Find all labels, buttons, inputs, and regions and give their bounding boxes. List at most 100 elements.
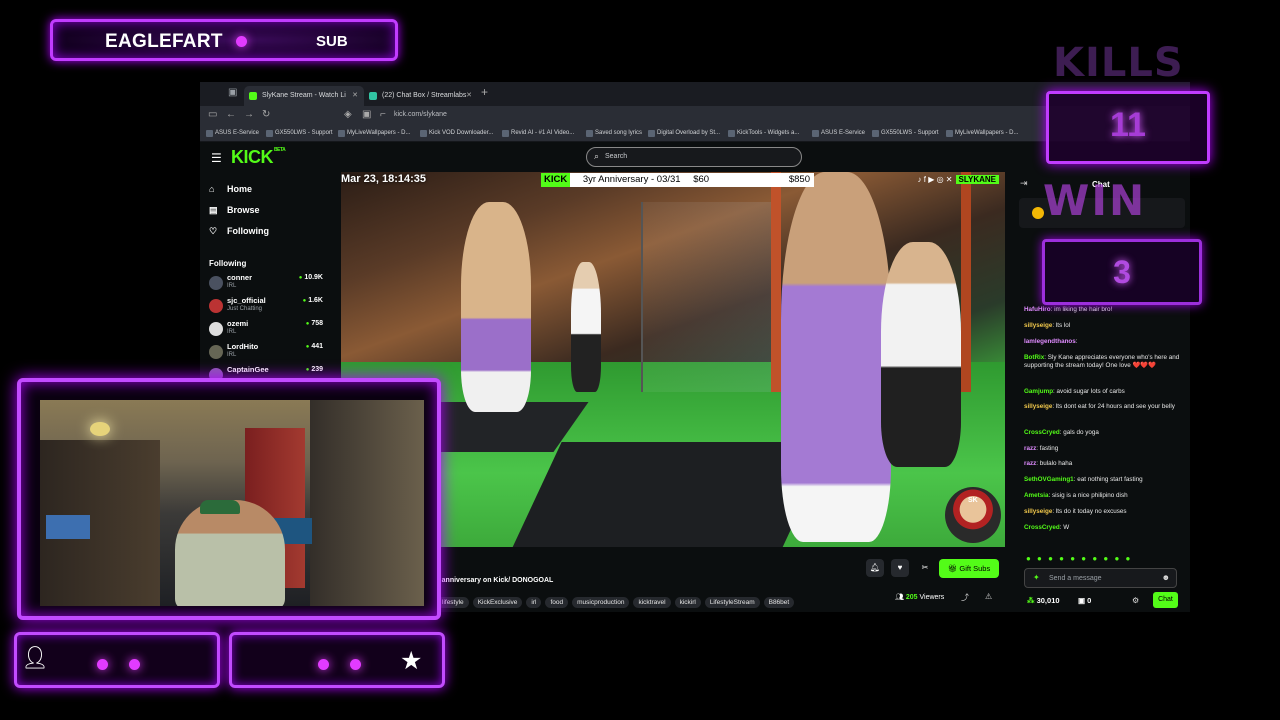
banner-dot-icon xyxy=(236,36,247,47)
chat-username[interactable]: CrossCryed xyxy=(1024,524,1060,531)
tag[interactable]: B86bet xyxy=(763,597,795,608)
bookmark[interactable]: Revid AI - #1 AI Video... xyxy=(502,130,574,137)
chat-text: bulalo haha xyxy=(1039,460,1073,467)
tag[interactable]: lifestyle xyxy=(437,597,469,608)
channel-name: LordHito xyxy=(227,342,259,351)
bookmark[interactable]: Digital Overload by St... xyxy=(648,130,720,137)
emote-quickbar[interactable]: ● ● ● ● ● ● ● ● ● ● xyxy=(1026,554,1132,563)
tab-bar: ▣ SlyKane Stream - Watch Li ✕ (22) Chat … xyxy=(200,82,1190,106)
nav-label: Home xyxy=(227,184,253,194)
dot-icon xyxy=(318,659,329,670)
clip-icon[interactable]: ✂ xyxy=(916,559,934,577)
tab-streamlabs[interactable]: (22) Chat Box / Streamlabs ✕ xyxy=(364,86,478,106)
tag[interactable]: irl xyxy=(526,597,542,608)
chat-username[interactable]: sillyseige xyxy=(1024,322,1052,329)
ticker-amount: $60 xyxy=(693,174,710,185)
chat-username[interactable]: Ametsia xyxy=(1024,492,1049,499)
following-channel[interactable]: conner IRL 10.9K xyxy=(209,273,329,295)
share-icon[interactable]: ⤴ xyxy=(961,592,969,603)
notification-bell-icon[interactable]: 🔔︎ xyxy=(866,559,884,577)
social-handle: SLYKANE xyxy=(955,175,999,184)
bookmark[interactable]: MyLiveWallpapers - D... xyxy=(946,130,1018,137)
chat-text: fasting xyxy=(1039,445,1059,452)
bookmark[interactable]: ASUS E-Service xyxy=(206,130,259,137)
chat-message: Gamjump: avoid sugar lots of carbs xyxy=(1024,388,1125,395)
channel-category: IRL xyxy=(227,329,237,335)
bits-counter[interactable]: ▣ 0 xyxy=(1078,596,1091,605)
channel-category: Just Chatting xyxy=(227,306,263,312)
video-person xyxy=(461,202,531,412)
nav-following[interactable]: ♡ Following xyxy=(209,226,269,237)
gift-subs-button[interactable]: 🎁︎ Gift Subs xyxy=(939,559,999,578)
points-value: 30,010 xyxy=(1036,596,1060,605)
channel-name: ozemi xyxy=(227,319,249,328)
chat-message-input[interactable]: ✦ Send a message ☻ xyxy=(1024,568,1177,588)
win-label: WIN xyxy=(1043,176,1147,225)
search-input[interactable]: ⌕ Search xyxy=(586,147,802,167)
bookmark[interactable]: GX550LWS - Support xyxy=(872,130,939,137)
tag[interactable]: food xyxy=(545,597,569,608)
nav-home[interactable]: ⌂ Home xyxy=(209,184,252,194)
bookmark[interactable]: MyLiveWallpapers - D... xyxy=(338,130,410,137)
chat-username[interactable]: sillyseige xyxy=(1024,508,1052,515)
tag[interactable]: KickExclusive xyxy=(472,597,523,608)
gear-icon[interactable]: ⚙ xyxy=(1132,596,1139,605)
banner-name: EAGLEFART xyxy=(105,31,223,52)
chat-username[interactable]: BotRix xyxy=(1024,354,1044,361)
chat-username[interactable]: CrossCryed xyxy=(1024,429,1060,436)
kick-logo[interactable]: KICKBETA xyxy=(231,147,286,168)
tab-kick[interactable]: SlyKane Stream - Watch Li ✕ xyxy=(244,86,364,106)
latest-donation-box: ★ xyxy=(229,632,445,688)
following-channel[interactable]: ozemi IRL 758 xyxy=(209,319,329,341)
follow-heart-icon[interactable]: ♥ xyxy=(891,559,909,577)
report-icon[interactable]: ⚠ xyxy=(985,592,992,601)
back-icon[interactable]: ← xyxy=(226,109,236,120)
collapse-chat-icon[interactable]: ⇥ xyxy=(1020,178,1028,189)
sidebar-toggle-icon[interactable]: ▭ xyxy=(208,109,217,120)
kills-value: 11 xyxy=(1110,106,1146,144)
chat-text: avoid sugar lots of carbs xyxy=(1056,388,1125,395)
reload-icon[interactable]: ↻ xyxy=(262,109,270,120)
new-tab-icon[interactable]: + xyxy=(481,85,488,99)
chat-text: eat nothing start fasting xyxy=(1077,476,1143,483)
tab-overview-icon[interactable]: ▣ xyxy=(228,87,237,98)
url-field[interactable]: kick.com/slykane xyxy=(394,111,447,118)
viewers-number: 205 xyxy=(905,594,918,601)
following-channel[interactable]: sjc_official Just Chatting 1.6K xyxy=(209,296,329,318)
chat-username[interactable]: Gamjump xyxy=(1024,388,1053,395)
bookmark[interactable]: ASUS E-Service xyxy=(812,130,865,137)
channel-points[interactable]: ⁂ 30,010 xyxy=(1027,596,1060,605)
social-icons: ♪ f ▶ ◎ ✕ xyxy=(917,175,953,184)
avatar xyxy=(209,276,223,290)
emote-icon[interactable]: ✦ xyxy=(1033,573,1040,582)
chat-username[interactable]: HafuHiro xyxy=(1024,306,1051,313)
bookmark[interactable]: Kick VOD Downloader... xyxy=(420,130,493,137)
forward-icon[interactable]: → xyxy=(244,109,254,120)
chat-username[interactable]: razz xyxy=(1024,460,1036,467)
tag[interactable]: LifestyleStream xyxy=(704,597,760,608)
menu-icon[interactable]: ☰ xyxy=(211,151,222,165)
nav-browse[interactable]: ▤ Browse xyxy=(209,205,260,216)
tag[interactable]: musicproduction xyxy=(572,597,630,608)
close-tab-icon[interactable]: ✕ xyxy=(466,86,472,106)
tag[interactable]: kicktravel xyxy=(633,597,671,608)
bookmark[interactable]: Saved song lyrics xyxy=(586,130,642,137)
chat-username[interactable]: SethOVGaming1 xyxy=(1024,476,1074,483)
following-channel[interactable]: LordHito IRL 441 xyxy=(209,342,329,364)
chat-text: W xyxy=(1063,524,1070,531)
shield-icon[interactable]: ◈ xyxy=(344,109,352,120)
close-tab-icon[interactable]: ✕ xyxy=(352,86,358,106)
home-icon: ⌂ xyxy=(209,184,215,194)
dot-icon xyxy=(97,659,108,670)
chat-username[interactable]: sillyseige xyxy=(1024,403,1052,410)
tab-options-icon[interactable]: ▣ xyxy=(362,109,371,120)
latest-follower-box: 👤︎ xyxy=(14,632,220,688)
bookmark[interactable]: KickTools - Widgets a... xyxy=(728,130,799,137)
send-chat-button[interactable]: Chat xyxy=(1153,592,1178,608)
tag[interactable]: kickirl xyxy=(674,597,701,608)
chat-message: sillyseige: lts do it today no excuses xyxy=(1024,508,1127,515)
bookmark[interactable]: GX550LWS - Support xyxy=(266,130,333,137)
chat-username[interactable]: lamlegendthanos xyxy=(1024,338,1076,345)
chat-username[interactable]: razz xyxy=(1024,445,1036,452)
emoji-picker-icon[interactable]: ☻ xyxy=(1162,573,1170,582)
